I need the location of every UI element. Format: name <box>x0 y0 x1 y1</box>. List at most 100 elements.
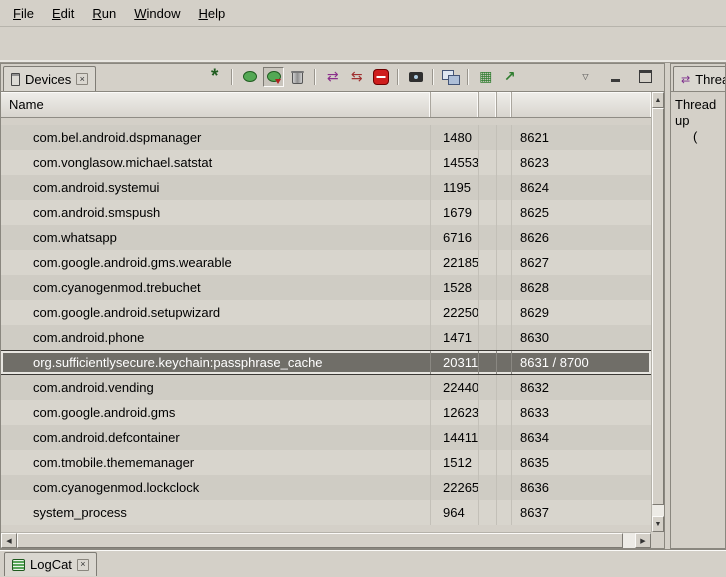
cell-port: 8625 <box>512 200 651 225</box>
dual-display-icon[interactable] <box>440 67 461 87</box>
cell-name: com.cyanogenmod.lockclock <box>1 475 431 500</box>
column-header-flag <box>497 92 512 117</box>
device-row[interactable]: com.android.systemui 1195 8624 <box>1 175 651 200</box>
cell-pid: 22265 <box>431 475 479 500</box>
scroll-up-icon[interactable]: ▲ <box>652 92 664 108</box>
device-row[interactable]: com.vonglasow.michael.satstat 14553 8623 <box>1 150 651 175</box>
cause-gc-icon[interactable] <box>287 67 308 87</box>
menu-window[interactable]: Window <box>125 3 189 24</box>
cell-port: 8636 <box>512 475 651 500</box>
method-profiling-icon[interactable]: ⇆ <box>346 67 367 87</box>
scrollbar-corner <box>651 532 664 548</box>
cell-pid: 12623 <box>431 400 479 425</box>
scroll-down-icon[interactable]: ▼ <box>652 516 664 532</box>
cell-flag <box>497 200 512 225</box>
cell-port: 8621 <box>512 125 651 150</box>
scroll-right-icon[interactable]: ▶ <box>635 533 651 548</box>
menu-file[interactable]: File <box>4 3 43 24</box>
device-row[interactable]: com.android.phone 1471 8630 <box>1 325 651 350</box>
cell-flag <box>497 375 512 400</box>
device-row[interactable]: com.cyanogenmod.lockclock 22265 8636 <box>1 475 651 500</box>
device-row[interactable]: com.whatsapp 6716 8626 <box>1 225 651 250</box>
cell-name: com.vonglasow.michael.satstat <box>1 150 431 175</box>
debug-process-icon[interactable]: * <box>204 67 225 87</box>
devices-tab-row: Devices × * ⇄⇆ ▦↗ ▽ <box>1 64 664 92</box>
menu-run[interactable]: Run <box>83 3 125 24</box>
cell-port: 8634 <box>512 425 651 450</box>
device-row[interactable]: com.google.android.gms.wearable 22185 86… <box>1 250 651 275</box>
device-row[interactable]: org.sufficientlysecure.keychain:passphra… <box>1 350 651 375</box>
cell-pid: 964 <box>431 500 479 525</box>
update-threads-icon[interactable]: ⇄ <box>322 67 343 87</box>
cell-pid: 14411 <box>431 425 479 450</box>
close-icon[interactable]: × <box>77 559 89 571</box>
main-area: Devices × *⇄⇆▦↗ ▽ Name com.bel.android.d… <box>0 63 726 549</box>
minimize-icon[interactable] <box>605 67 626 87</box>
column-header-name[interactable]: Name <box>1 92 431 117</box>
cell-status <box>479 250 497 275</box>
tab-threads[interactable]: ⇄ Threads <box>673 66 726 91</box>
device-row[interactable]: com.android.smspush 1679 8625 <box>1 200 651 225</box>
tab-devices[interactable]: Devices × <box>3 66 96 91</box>
horizontal-scrollbar[interactable]: ◀ ▶ <box>1 532 651 548</box>
threads-tab-row: ⇄ Threads <box>671 64 725 92</box>
update-heap-icon[interactable] <box>239 67 260 87</box>
table-header: Name <box>1 92 651 118</box>
cell-status <box>479 450 497 475</box>
cell-name: com.bel.android.dspmanager <box>1 125 431 150</box>
cell-status <box>479 475 497 500</box>
device-row[interactable]: com.cyanogenmod.trebuchet 1528 8628 <box>1 275 651 300</box>
cell-flag <box>497 400 512 425</box>
cell-port: 8637 <box>512 500 651 525</box>
cell-status <box>479 200 497 225</box>
view-menu-icon[interactable]: ▽ <box>575 67 596 87</box>
device-row[interactable]: com.android.vending 22440 8632 <box>1 375 651 400</box>
dump-hprof-icon[interactable] <box>263 67 284 87</box>
cell-name: com.android.systemui <box>1 175 431 200</box>
threads-icon: ⇄ <box>681 73 690 86</box>
vertical-scrollbar[interactable]: ▲ ▼ <box>651 92 664 532</box>
cell-status <box>479 500 497 525</box>
device-row[interactable]: com.android.defcontainer 14411 8634 <box>1 425 651 450</box>
cell-flag <box>497 351 512 374</box>
view-toolbar-corner: ▽ <box>575 64 664 91</box>
horizontal-scroll-thumb[interactable] <box>17 533 623 548</box>
vertical-scroll-thumb[interactable] <box>652 108 664 505</box>
cell-name: com.google.android.gms.wearable <box>1 250 431 275</box>
cell-name: com.android.defcontainer <box>1 425 431 450</box>
device-row[interactable]: com.google.android.gms 12623 8633 <box>1 400 651 425</box>
cell-status <box>479 275 497 300</box>
threads-message: Thread up ( <box>671 92 725 145</box>
bottom-tab-bar: LogCat × <box>0 549 726 577</box>
cell-pid: 1528 <box>431 275 479 300</box>
cell-flag <box>497 450 512 475</box>
device-icon <box>11 73 20 86</box>
cell-port: 8628 <box>512 275 651 300</box>
cell-flag <box>497 225 512 250</box>
cell-flag <box>497 175 512 200</box>
cell-status <box>479 325 497 350</box>
devices-view: Devices × * ⇄⇆ ▦↗ ▽ Name com.bel.android.d… <box>0 63 665 549</box>
scroll-left-icon[interactable]: ◀ <box>1 533 17 548</box>
maximize-icon[interactable] <box>635 67 656 87</box>
screen-capture-icon[interactable] <box>405 67 426 87</box>
close-icon[interactable]: × <box>76 73 88 85</box>
cell-flag <box>497 500 512 525</box>
device-row[interactable]: com.tmobile.thememanager 1512 8635 <box>1 450 651 475</box>
sysinfo-columns-icon[interactable]: ▦ <box>475 67 496 87</box>
menu-help[interactable]: Help <box>189 3 234 24</box>
tab-logcat[interactable]: LogCat × <box>4 552 97 576</box>
cell-port: 8630 <box>512 325 651 350</box>
cell-name: com.android.phone <box>1 325 431 350</box>
stop-process-icon[interactable] <box>370 67 391 87</box>
cell-pid: 1195 <box>431 175 479 200</box>
cell-pid: 1679 <box>431 200 479 225</box>
device-row[interactable]: com.bel.android.dspmanager 1480 8621 <box>1 125 651 150</box>
cell-name: com.google.android.setupwizard <box>1 300 431 325</box>
separator <box>397 69 399 85</box>
sysinfo-chart-icon[interactable]: ↗ <box>499 67 520 87</box>
menu-edit[interactable]: Edit <box>43 3 83 24</box>
device-row[interactable]: com.google.android.setupwizard 22250 862… <box>1 300 651 325</box>
device-row[interactable]: system_process 964 8637 <box>1 500 651 525</box>
logcat-icon <box>12 559 25 571</box>
